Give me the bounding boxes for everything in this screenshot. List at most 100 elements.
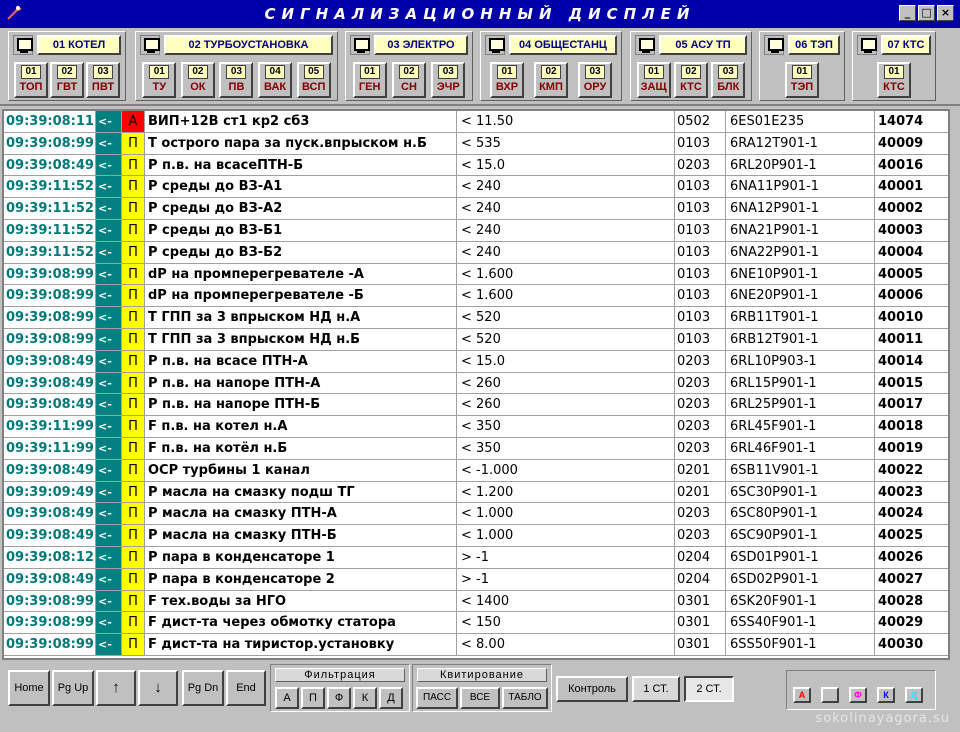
table-row[interactable]: 09:39:08:99 <- П Т острого пара за пуск.впр… (4, 132, 948, 155)
station-2-button[interactable]: 2 СТ. (684, 676, 734, 702)
table-row[interactable]: 09:39:11:52 <- П Р среды до ВЗ-Б1 < 240 0103 6… (4, 219, 948, 242)
table-row[interactable]: 09:39:11:99 <- П F п.в. на котёл н.Б < 350 02… (4, 437, 948, 460)
monitor-icon[interactable] (764, 35, 784, 55)
ack-all-button[interactable]: ВСЕ (460, 687, 500, 709)
table-row[interactable]: 09:39:08:49 <- П Р пара в конденсаторе 2 > -… (4, 568, 948, 591)
filter-k-button[interactable]: К (353, 687, 377, 709)
subgroup-number: 05 (303, 65, 324, 79)
table-row[interactable]: 09:39:11:99 <- П F п.в. на котел н.А < 350 02… (4, 416, 948, 438)
legend-d[interactable]: Д (905, 687, 923, 703)
subgroup-button[interactable]: 01 КТС (877, 62, 911, 98)
monitor-icon[interactable] (857, 35, 877, 55)
legend-a[interactable]: А (793, 687, 811, 703)
subgroup-button[interactable]: 01 ТУ (142, 62, 177, 98)
monitor-icon[interactable] (140, 35, 160, 55)
subgroup-code: ПВ (228, 81, 245, 93)
arrow-up-button[interactable]: ↑ (96, 670, 136, 706)
station-1-button[interactable]: 1 СТ. (632, 676, 680, 702)
group-title[interactable]: 04 ОБЩЕСТАНЦ (509, 35, 617, 55)
subgroup-button[interactable]: 02 КМП (534, 62, 568, 98)
control-button[interactable]: Контроль (556, 676, 628, 702)
pgdn-button[interactable]: Pg Dn (182, 670, 224, 706)
table-row[interactable]: 09:39:08:99 <- П F тех.воды за НГО < 1400 030… (4, 590, 948, 613)
group-title[interactable]: 07 КТС (881, 35, 931, 55)
subgroup-button[interactable]: 05 ВСП (296, 62, 331, 98)
subgroup-button[interactable]: 02 ОК (180, 62, 215, 98)
subgroup-button[interactable]: 03 ПВТ (86, 62, 120, 98)
subgroup-button[interactable]: 01 ТОП (14, 62, 48, 98)
row-id: 40016 (878, 157, 924, 173)
filter-d-button[interactable]: Д (379, 687, 403, 709)
table-row[interactable]: 09:39:11:52 <- П Р среды до ВЗ-Б2 < 240 0103 6… (4, 241, 948, 264)
subgroup-button[interactable]: 01 ВХР (490, 62, 524, 98)
monitor-icon[interactable] (13, 35, 33, 55)
subgroup-button[interactable]: 03 ОРУ (578, 62, 612, 98)
legend-f[interactable]: Ф (849, 687, 867, 703)
row-value: < 520 (457, 328, 675, 350)
group-title[interactable]: 03 ЭЛЕКТРО (374, 35, 468, 55)
end-button[interactable]: End (226, 670, 266, 706)
group-title[interactable]: 01 КОТЕЛ (37, 35, 121, 55)
table-row[interactable]: 09:39:08:99 <- П F дист-та на тиристор.уста… (4, 634, 948, 656)
row-id: 40026 (878, 549, 924, 565)
subgroup-button[interactable]: 03 ЭЧР (431, 62, 466, 98)
close-button[interactable]: × (937, 5, 954, 21)
subgroup-button[interactable]: 03 ПВ (219, 62, 254, 98)
row-time: 09:39:11:99 (4, 437, 96, 459)
table-row[interactable]: 09:39:08:49 <- П Р п.в. на напоре ПТН-А < 26… (4, 372, 948, 395)
row-name: ОСР турбины 1 канал (145, 459, 457, 481)
row-value: < 8.00 (457, 634, 675, 655)
minimize-button[interactable]: _ (899, 5, 916, 21)
row-code: 0203 (675, 437, 726, 459)
subgroup-button[interactable]: 01 ЗАЩ (636, 62, 671, 98)
row-kks: 6NA12P901-1 (726, 198, 875, 219)
table-row[interactable]: 09:39:08:99 <- ПdP на промперегревателе -А… (4, 263, 948, 286)
maximize-button[interactable]: □ (918, 5, 935, 21)
subgroup-button[interactable]: 01 ТЭП (785, 62, 819, 98)
table-row[interactable]: 09:39:09:49 <- П Р масла на смазку подш ТГ <… (4, 481, 948, 504)
subgroup-button[interactable]: 03 БЛК (711, 62, 746, 98)
monitor-icon[interactable] (635, 35, 655, 55)
row-direction: <- (96, 307, 122, 328)
table-row[interactable]: 09:39:08:49 <- П ОСР турбины 1 канал < -1.00… (4, 459, 948, 482)
table-row[interactable]: 09:39:08:49 <- П Р п.в. на напоре ПТН-Б < 26… (4, 394, 948, 417)
group-title[interactable]: 05 АСУ ТП (659, 35, 747, 55)
filter-p-button[interactable]: П (301, 687, 325, 709)
table-row[interactable]: 09:39:11:52 <- П Р среды до ВЗ-А2 < 240 0103 6… (4, 198, 948, 220)
row-code: 0203 (675, 154, 726, 176)
group-title[interactable]: 06 ТЭП (788, 35, 840, 55)
table-row[interactable]: 09:39:08:49 <- П Р масла на смазку ПТН-Б < 1… (4, 525, 948, 547)
row-code: 0103 (675, 328, 726, 350)
filter-f-button[interactable]: Ф (327, 687, 351, 709)
table-row[interactable]: 09:39:08:99 <- П Т ГПП за 3 впрыском НД н.Б… (4, 328, 948, 351)
table-row[interactable]: 09:39:08:49 <- П Р п.в. на всасеПТН-Б < 15.0… (4, 154, 948, 177)
table-row[interactable]: 09:39:08:99 <- П F дист-та через обмотку ст… (4, 612, 948, 635)
ack-board-button[interactable]: ТАБЛО (502, 687, 548, 709)
table-row[interactable]: 09:39:08:11 <- А ВИП+12В ст1 кр2 сб3 < 11.50… (4, 111, 948, 133)
monitor-icon[interactable] (350, 35, 370, 55)
group-title[interactable]: 02 ТУРБОУСТАНОВКА (164, 35, 333, 55)
subgroup-button[interactable]: 04 ВАК (258, 62, 293, 98)
arrow-down-button[interactable]: ↓ (138, 670, 178, 706)
subgroup-button[interactable]: 02 КТС (673, 62, 708, 98)
subgroup-button[interactable]: 02 СН (391, 62, 426, 98)
filter-a-button[interactable]: А (275, 687, 299, 709)
monitor-icon[interactable] (485, 35, 505, 55)
row-direction: <- (96, 263, 122, 285)
row-code: 0204 (675, 546, 726, 568)
home-button[interactable]: Home (8, 670, 50, 706)
legend-k[interactable]: К (877, 687, 895, 703)
table-row[interactable]: 09:39:08:99 <- ПdP на промперегревателе -Б… (4, 285, 948, 308)
table-row[interactable]: 09:39:08:49 <- П Р масла на смазку ПТН-А < 1… (4, 503, 948, 526)
table-row[interactable]: 09:39:08:99 <- П Т ГПП за 3 впрыском НД н.А… (4, 307, 948, 329)
table-row[interactable]: 09:39:08:12 <- П Р пара в конденсаторе 1 > -… (4, 546, 948, 569)
pgup-button[interactable]: Pg Up (52, 670, 94, 706)
subgroup-button[interactable]: 02 ГВТ (50, 62, 84, 98)
ack-pass-button[interactable]: ПАСС (416, 687, 458, 709)
subgroup-button[interactable]: 01 ГЕН (352, 62, 387, 98)
table-row[interactable]: 09:39:11:52 <- П Р среды до ВЗ-А1 < 240 0103 6… (4, 176, 948, 199)
legend-p[interactable] (821, 687, 839, 703)
row-id: 14074 (878, 114, 924, 129)
table-row[interactable]: 09:39:08:49 <- П Р п.в. на всасе ПТН-А < 15.… (4, 350, 948, 373)
row-value: < 520 (457, 307, 675, 328)
